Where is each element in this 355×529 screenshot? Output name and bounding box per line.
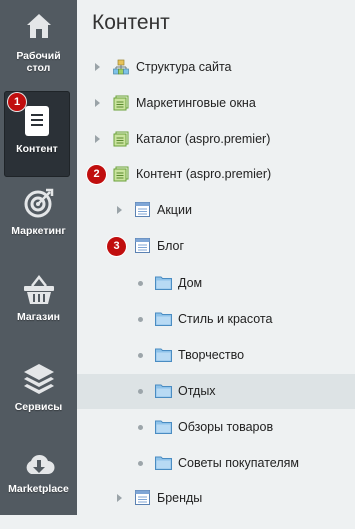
tree-item-section[interactable]: Дом <box>77 266 355 301</box>
tree-item-marketing-windows[interactable]: Маркетинговые окна <box>77 86 355 121</box>
step-badge: 2 <box>87 165 106 184</box>
folder-icon <box>155 455 172 473</box>
tree-item-section[interactable]: Обзоры товаров <box>77 410 355 445</box>
document-icon <box>4 105 70 137</box>
basket-icon <box>0 274 77 306</box>
folder-icon <box>155 347 172 365</box>
tree-item-promotions[interactable]: Акции <box>77 193 355 228</box>
bullet-dot <box>138 317 143 322</box>
sidebar-item-label: Контент <box>16 143 58 155</box>
tree-item-label: Советы покупателям <box>178 456 300 470</box>
sidebar-item-shop[interactable]: Магазин <box>0 265 77 351</box>
page-title: Контент <box>92 11 170 34</box>
tree-item-label: Структура сайта <box>136 60 232 74</box>
bullet-dot <box>138 281 143 286</box>
tree-item-label: Стиль и красота <box>178 312 273 326</box>
sidebar-item-label: Сервисы <box>14 401 63 413</box>
home-icon <box>0 11 77 41</box>
sidebar-item-label: Marketplace <box>8 483 69 495</box>
tree-item-label: Блог <box>157 239 185 253</box>
bullet-dot <box>138 389 143 394</box>
tree-item-section[interactable]: Творчество <box>77 338 355 373</box>
expand-arrow-icon[interactable] <box>95 135 100 143</box>
tree-item-label: Бренды <box>157 491 203 505</box>
content-panel: Контент Структура сайта Маркетинговые ок… <box>77 0 355 515</box>
expand-arrow-icon[interactable] <box>117 206 122 214</box>
tree-item-content-premier[interactable]: 2 Контент (aspro.premier) <box>77 157 355 192</box>
iblock-type-icon <box>113 166 129 185</box>
tree-item-label: Контент (aspro.premier) <box>136 167 272 181</box>
tree-item-site-structure[interactable]: Структура сайта <box>77 50 355 85</box>
tree-item-section[interactable]: Стиль и красота <box>77 302 355 337</box>
cloud-download-icon <box>0 452 77 480</box>
step-badge: 3 <box>107 237 126 256</box>
sidebar-item-label: Магазин <box>16 311 61 323</box>
target-icon <box>0 187 77 219</box>
tree-item-label: Отдых <box>178 384 216 398</box>
sidebar-item-label: Рабочий <box>16 50 61 62</box>
tree-item-section-selected[interactable]: Отдых <box>77 374 355 409</box>
iblock-icon <box>135 202 150 220</box>
tree-item-brands[interactable]: Бренды <box>77 481 355 516</box>
folder-icon <box>155 383 172 401</box>
sidebar-item-services[interactable]: Сервисы <box>0 354 77 440</box>
folder-icon <box>155 311 172 329</box>
iblock-icon <box>135 490 150 508</box>
tree-item-label: Обзоры товаров <box>178 420 274 434</box>
layers-icon <box>0 362 77 394</box>
bullet-dot <box>138 461 143 466</box>
tree-item-label: Дом <box>178 276 203 290</box>
iblock-type-icon <box>113 95 129 114</box>
sidebar-item-label: стол <box>26 62 51 74</box>
sidebar-item-content[interactable]: 1 Контент <box>4 91 70 177</box>
sidebar-item-marketing[interactable]: Маркетинг <box>0 178 77 264</box>
site-structure-icon <box>113 59 129 78</box>
tree-item-label: Маркетинговые окна <box>136 96 256 110</box>
tree-item-section[interactable]: Советы покупателям <box>77 446 355 481</box>
tree-item-catalog[interactable]: Каталог (aspro.premier) <box>77 122 355 157</box>
tree-item-label: Каталог (aspro.premier) <box>136 132 271 146</box>
folder-icon <box>155 275 172 293</box>
tree-item-label: Акции <box>157 203 192 217</box>
sidebar-item-label: Маркетинг <box>11 225 66 237</box>
sidebar-item-desktop[interactable]: Рабочий стол <box>0 2 77 88</box>
iblock-type-icon <box>113 131 129 150</box>
iblock-icon <box>135 238 150 256</box>
sidebar-item-marketplace[interactable]: Marketplace <box>0 443 77 529</box>
expand-arrow-icon[interactable] <box>117 494 122 502</box>
folder-icon <box>155 419 172 437</box>
tree-item-blog[interactable]: 3 Блог <box>77 229 355 264</box>
bullet-dot <box>138 425 143 430</box>
bullet-dot <box>138 353 143 358</box>
tree-item-label: Творчество <box>178 348 245 362</box>
expand-arrow-icon[interactable] <box>95 63 100 71</box>
expand-arrow-icon[interactable] <box>95 99 100 107</box>
admin-sidebar: Рабочий стол 1 Контент Маркетинг Магазин… <box>0 0 77 515</box>
